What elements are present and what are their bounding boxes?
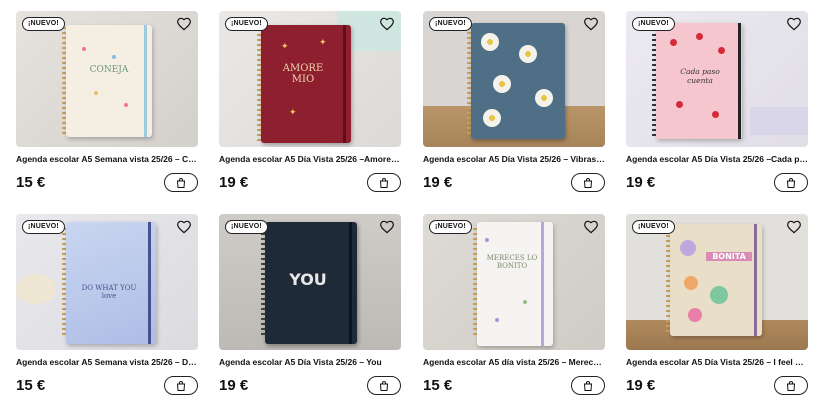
heart-outline-icon[interactable] (176, 16, 192, 32)
new-badge: ¡NUEVO! (225, 220, 268, 234)
shopping-bag-icon (786, 177, 796, 188)
product-price: 15 € (16, 174, 46, 191)
shopping-bag-icon (379, 380, 389, 391)
product-image[interactable]: ¡NUEVO! (423, 11, 605, 147)
product-image[interactable]: AMORE MIO ✦ ✦ ✦ ¡NUEVO! (219, 11, 401, 147)
product-title[interactable]: Agenda escolar A5 Día Vista 25/26 –Amore… (219, 154, 401, 165)
product-price: 19 € (626, 174, 656, 191)
product-price: 19 € (626, 377, 656, 394)
product-title[interactable]: Agenda escolar A5 Día Vista 25/26 – Vibr… (423, 154, 605, 165)
product-card[interactable]: YOU ¡NUEVO! Agenda escolar A5 Día Vista … (219, 214, 401, 400)
cover-text: BONITA (706, 252, 752, 261)
product-card[interactable]: ¡NUEVO! Agenda escolar A5 Día Vista 25/2… (423, 11, 605, 197)
product-card[interactable]: AMORE MIO ✦ ✦ ✦ ¡NUEVO! Agenda escolar A… (219, 11, 401, 197)
new-badge: ¡NUEVO! (632, 220, 675, 234)
add-to-cart-button[interactable] (774, 376, 808, 395)
shopping-bag-icon (583, 380, 593, 391)
product-title[interactable]: Agenda escolar A5 día vista 25/26 – Mere… (423, 357, 605, 368)
notebook-cover (66, 222, 156, 344)
product-price: 19 € (423, 174, 453, 191)
cover-text: DO WHAT YOU love (81, 284, 137, 300)
product-title[interactable]: Agenda escolar A5 Día Vista 25/26 – You (219, 357, 401, 368)
product-price: 19 € (219, 174, 249, 191)
add-to-cart-button[interactable] (571, 376, 605, 395)
shopping-bag-icon (176, 380, 186, 391)
shopping-bag-icon (583, 177, 593, 188)
cover-text: AMORE MIO (282, 63, 324, 85)
product-image[interactable]: YOU ¡NUEVO! (219, 214, 401, 350)
cover-text: Cada paso cuenta (680, 67, 720, 85)
product-title[interactable]: Agenda escolar A5 Día Vista 25/26 – I fe… (626, 357, 808, 368)
cover-text: MERECES LO BONITO (486, 254, 538, 270)
product-price: 19 € (219, 377, 249, 394)
product-title[interactable]: Agenda escolar A5 Semana vista 25/26 – C… (16, 154, 198, 165)
product-card[interactable]: CONEJA ¡NUEVO! Agenda escolar A5 Semana … (16, 11, 198, 197)
heart-outline-icon[interactable] (786, 16, 802, 32)
product-image[interactable]: BONITA ¡NUEVO! (626, 214, 808, 350)
product-image[interactable]: MERECES LO BONITO ¡NUEVO! (423, 214, 605, 350)
product-image[interactable]: CONEJA ¡NUEVO! (16, 11, 198, 147)
product-card[interactable]: DO WHAT YOU love ¡NUEVO! Agenda escolar … (16, 214, 198, 400)
new-badge: ¡NUEVO! (22, 17, 65, 31)
add-to-cart-button[interactable] (164, 173, 198, 192)
new-badge: ¡NUEVO! (225, 17, 268, 31)
product-title[interactable]: Agenda escolar A5 Día Vista 25/26 –Cada … (626, 154, 808, 165)
add-to-cart-button[interactable] (774, 173, 808, 192)
heart-outline-icon[interactable] (583, 16, 599, 32)
product-price: 15 € (423, 377, 453, 394)
add-to-cart-button[interactable] (367, 376, 401, 395)
add-to-cart-button[interactable] (164, 376, 198, 395)
cover-text: CONEJA (89, 65, 129, 75)
heart-outline-icon[interactable] (176, 219, 192, 235)
new-badge: ¡NUEVO! (632, 17, 675, 31)
product-card[interactable]: Cada paso cuenta ¡NUEVO! Agenda escolar … (626, 11, 808, 197)
heart-outline-icon[interactable] (786, 219, 802, 235)
heart-outline-icon[interactable] (379, 16, 395, 32)
heart-outline-icon[interactable] (583, 219, 599, 235)
notebook-cover (66, 25, 152, 137)
product-title[interactable]: Agenda escolar A5 Semana vista 25/26 – D… (16, 357, 198, 368)
add-to-cart-button[interactable] (571, 173, 605, 192)
add-to-cart-button[interactable] (367, 173, 401, 192)
new-badge: ¡NUEVO! (22, 220, 65, 234)
new-badge: ¡NUEVO! (429, 17, 472, 31)
product-card[interactable]: MERECES LO BONITO ¡NUEVO! Agenda escolar… (423, 214, 605, 400)
product-image[interactable]: Cada paso cuenta ¡NUEVO! (626, 11, 808, 147)
shopping-bag-icon (176, 177, 186, 188)
product-image[interactable]: DO WHAT YOU love ¡NUEVO! (16, 214, 198, 350)
product-price: 15 € (16, 377, 46, 394)
new-badge: ¡NUEVO! (429, 220, 472, 234)
shopping-bag-icon (379, 177, 389, 188)
shopping-bag-icon (786, 380, 796, 391)
product-grid: CONEJA ¡NUEVO! Agenda escolar A5 Semana … (0, 0, 821, 400)
cover-text: YOU (289, 270, 327, 289)
heart-outline-icon[interactable] (379, 219, 395, 235)
product-card[interactable]: BONITA ¡NUEVO! Agenda escolar A5 Día Vis… (626, 214, 808, 400)
